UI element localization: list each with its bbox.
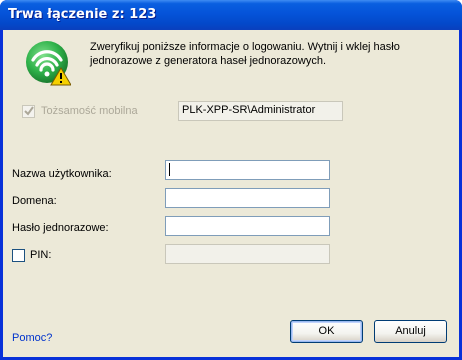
help-link[interactable]: Pomoc? [12,332,52,344]
username-label: Nazwa użytkownika: [12,168,112,180]
domain-label: Domena: [12,195,57,207]
pin-field [165,244,330,264]
checkmark-icon [24,106,34,116]
ok-button[interactable]: OK [290,320,363,343]
mobile-identity-label: Tożsamość mobilna [41,105,138,117]
mobile-identity-field: PLK-XPP-SR\Administrator [178,101,343,121]
window-title: Trwa łączenie z: 123 [8,7,157,22]
username-field[interactable] [165,160,330,180]
text-caret [169,163,170,176]
otp-field[interactable] [165,216,330,236]
dialog-body: Zweryfikuj poniższe informacje o logowan… [3,30,459,357]
otp-label: Hasło jednorazowe: [12,222,109,234]
intro-line-2: jednorazowe z generatora haseł jednorazo… [90,55,327,67]
wireless-warning-icon [26,41,71,86]
domain-field[interactable] [165,188,330,208]
intro-line-1: Zweryfikuj poniższe informacje o logowan… [90,41,400,53]
intro-text: Zweryfikuj poniższe informacje o logowan… [90,40,450,68]
cancel-button[interactable]: Anuluj [374,320,447,343]
dialog-window: Trwa łączenie z: 123 Zweryfikuj poniższe… [0,0,462,360]
pin-label: PIN: [30,249,52,261]
pin-checkbox[interactable] [12,249,25,262]
title-bar[interactable]: Trwa łączenie z: 123 [0,0,462,30]
mobile-identity-checkbox[interactable] [22,105,35,118]
